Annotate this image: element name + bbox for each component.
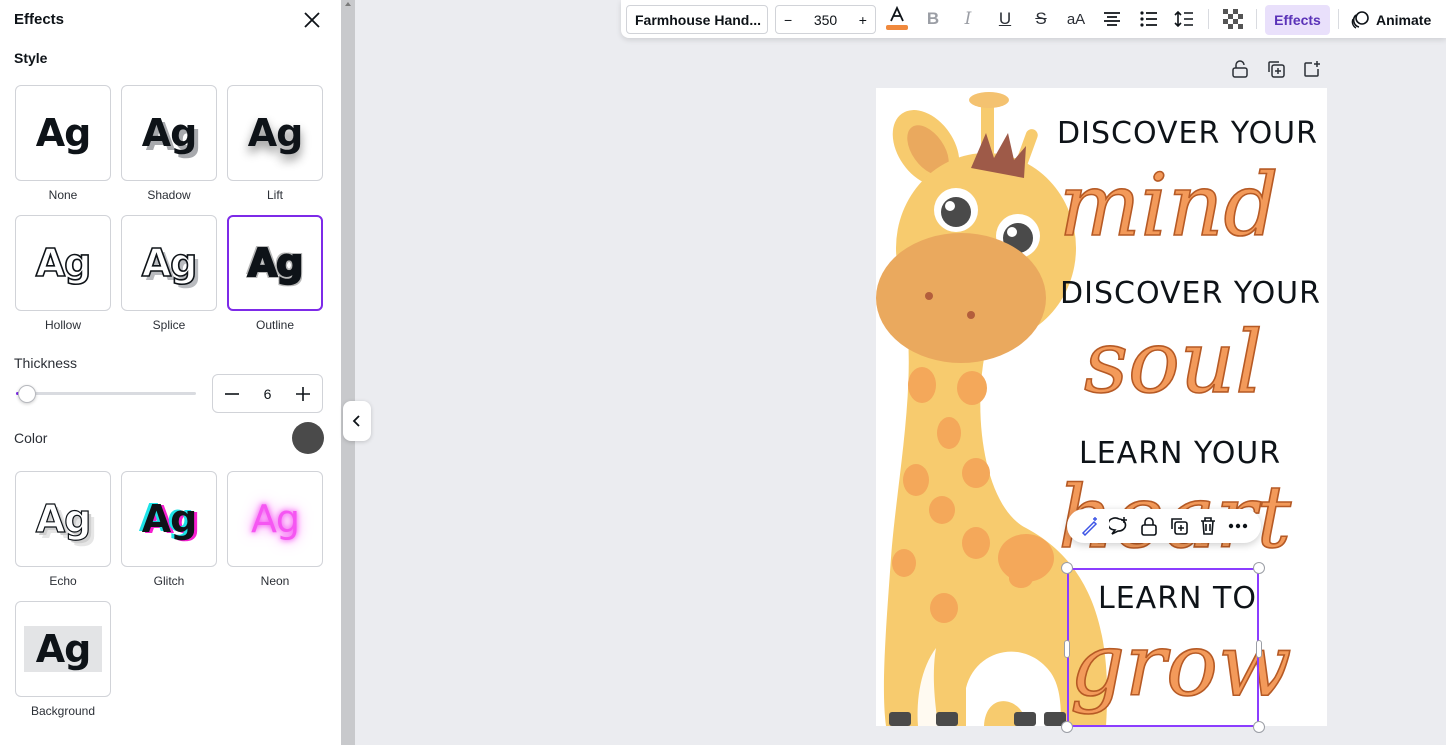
font-size-value[interactable]: 350 — [814, 12, 837, 28]
toolbar-divider — [1256, 9, 1257, 29]
font-size-decrease-icon[interactable]: − — [784, 12, 792, 28]
magic-edit-icon[interactable] — [1079, 515, 1101, 537]
style-preview: Ag — [23, 626, 103, 672]
toolbar-divider — [1338, 9, 1339, 29]
style-label-background: Background — [30, 704, 96, 718]
style-label-outline: Outline — [255, 318, 295, 332]
style-label-shadow: Shadow — [147, 188, 191, 202]
resize-handle-top-right[interactable] — [1253, 562, 1265, 574]
text-color-icon[interactable] — [885, 6, 909, 31]
resize-handle-right[interactable] — [1256, 640, 1262, 658]
style-preview: Ag — [35, 111, 92, 155]
font-family-select[interactable]: Farmhouse Hand... — [626, 5, 768, 34]
increase-icon[interactable] — [292, 383, 314, 405]
lock-page-icon[interactable] — [1231, 60, 1251, 80]
duplicate-page-icon[interactable] — [1267, 60, 1287, 80]
style-preview: Ag — [250, 497, 300, 541]
comment-icon[interactable] — [1108, 515, 1130, 537]
add-page-icon[interactable] — [1303, 60, 1323, 80]
style-heading: Style — [14, 50, 48, 66]
toolbar-divider — [1208, 9, 1209, 29]
font-size-increase-icon[interactable]: + — [859, 12, 867, 28]
animate-button[interactable]: Animate — [1350, 5, 1431, 35]
heading-line-2[interactable]: DISCOVER YOUR — [1060, 276, 1321, 311]
style-label-echo: Echo — [49, 574, 77, 588]
style-preview: Ag — [141, 497, 198, 541]
style-glitch-tile[interactable]: Ag — [121, 471, 217, 567]
heading-line-3[interactable]: LEARN YOUR — [1079, 436, 1281, 471]
thickness-slider-thumb[interactable] — [17, 385, 36, 403]
style-label-splice: Splice — [152, 318, 186, 332]
selection-box[interactable] — [1067, 568, 1259, 727]
thickness-stepper: 6 — [212, 374, 323, 413]
style-label-none: None — [48, 188, 78, 202]
scroll-up-icon[interactable] — [345, 0, 351, 6]
resize-handle-left[interactable] — [1064, 640, 1070, 658]
effects-panel: Effects Style Ag None Ag Shadow Ag Lift … — [0, 0, 341, 745]
font-size-control: − 350 + — [775, 5, 876, 34]
chevron-left-icon — [352, 415, 360, 427]
bold-icon[interactable]: B — [921, 7, 945, 31]
style-hollow-tile[interactable]: Ag — [15, 215, 111, 311]
panel-scrollbar[interactable] — [341, 0, 355, 745]
thickness-value[interactable]: 6 — [264, 386, 272, 402]
style-preview: Ag — [247, 111, 304, 155]
style-preview: Ag — [141, 241, 198, 285]
style-splice-tile[interactable]: Ag — [121, 215, 217, 311]
style-preview: Ag — [35, 241, 92, 285]
transparency-icon[interactable] — [1221, 7, 1245, 31]
style-neon-tile[interactable]: Ag — [227, 471, 323, 567]
heading-line-1[interactable]: DISCOVER YOUR — [1057, 116, 1318, 151]
underline-icon[interactable]: U — [993, 7, 1017, 31]
animate-icon — [1351, 11, 1369, 29]
more-options-icon[interactable] — [1227, 515, 1249, 537]
style-preview: Ag — [247, 241, 305, 285]
spacing-icon[interactable] — [1172, 7, 1196, 31]
script-word-soul[interactable]: soul — [1083, 312, 1263, 414]
letter-case-icon[interactable]: aA — [1064, 7, 1088, 31]
style-label-glitch: Glitch — [153, 574, 185, 588]
style-label-lift: Lift — [266, 188, 283, 202]
style-preview: Ag — [35, 497, 92, 541]
delete-icon[interactable] — [1197, 515, 1219, 537]
style-none-tile[interactable]: Ag — [15, 85, 111, 181]
style-lift-tile[interactable]: Ag — [227, 85, 323, 181]
style-shadow-tile[interactable]: Ag — [121, 85, 217, 181]
style-label-neon: Neon — [260, 574, 290, 588]
thickness-slider-track[interactable] — [16, 392, 196, 395]
strikethrough-icon[interactable]: S — [1029, 7, 1053, 31]
style-outline-tile[interactable]: Ag — [227, 215, 323, 311]
duplicate-icon[interactable] — [1168, 515, 1190, 537]
close-icon[interactable] — [302, 10, 322, 30]
collapse-panel-button[interactable] — [343, 401, 371, 441]
italic-icon[interactable]: I — [956, 7, 980, 31]
color-swatch[interactable] — [292, 422, 324, 454]
align-center-icon[interactable] — [1100, 7, 1124, 31]
panel-title: Effects — [14, 11, 65, 28]
lock-icon[interactable] — [1138, 515, 1160, 537]
list-icon[interactable] — [1137, 7, 1161, 31]
thickness-label: Thickness — [14, 355, 78, 371]
decrease-icon[interactable] — [221, 383, 243, 405]
style-label-hollow: Hollow — [44, 318, 81, 332]
resize-handle-top-left[interactable] — [1061, 562, 1073, 574]
style-echo-tile[interactable]: Ag — [15, 471, 111, 567]
color-label: Color — [14, 430, 48, 446]
resize-handle-bottom-right[interactable] — [1253, 721, 1265, 733]
style-background-tile[interactable]: Ag — [15, 601, 111, 697]
resize-handle-bottom-left[interactable] — [1061, 721, 1073, 733]
effects-button[interactable]: Effects — [1265, 5, 1330, 35]
animate-label: Animate — [1376, 12, 1432, 28]
script-word-mind[interactable]: mind — [1058, 155, 1279, 257]
element-context-menu — [1067, 509, 1261, 543]
style-preview: Ag — [141, 111, 198, 155]
